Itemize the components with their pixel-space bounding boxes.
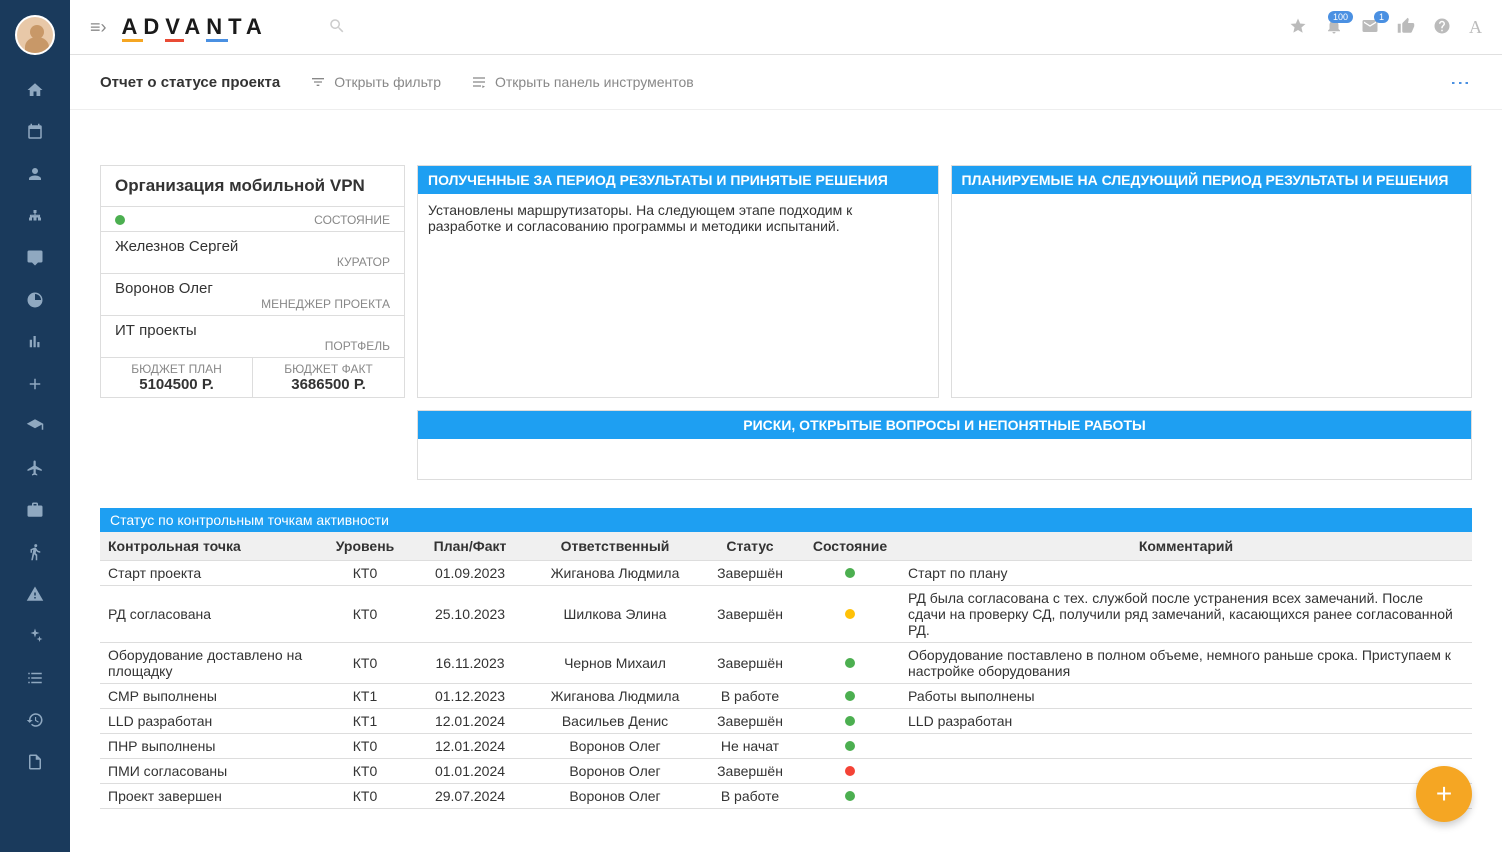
add-fab-button[interactable]: + bbox=[1416, 766, 1472, 822]
sidebar: ⌄ bbox=[0, 0, 70, 852]
column-header: Ответственный bbox=[530, 532, 700, 561]
column-header: Комментарий bbox=[900, 532, 1472, 561]
walk-icon[interactable] bbox=[25, 542, 45, 562]
table-row[interactable]: ПМИ согласованыКТ001.01.2024Воронов Олег… bbox=[100, 759, 1472, 784]
milestones-section: Статус по контрольным точкам активности … bbox=[100, 508, 1472, 809]
briefcase-icon[interactable] bbox=[25, 500, 45, 520]
hierarchy-icon[interactable] bbox=[25, 206, 45, 226]
state-dot bbox=[845, 658, 855, 668]
graduation-icon[interactable] bbox=[25, 416, 45, 436]
search-icon[interactable] bbox=[328, 17, 346, 38]
results-panel: ПОЛУЧЕННЫЕ ЗА ПЕРИОД РЕЗУЛЬТАТЫ И ПРИНЯТ… bbox=[417, 165, 939, 398]
column-header: План/Факт bbox=[410, 532, 530, 561]
table-row[interactable]: РД согласованаКТ025.10.2023Шилкова Элина… bbox=[100, 586, 1472, 643]
project-info-card: Организация мобильной VPN СОСТОЯНИЕ Желе… bbox=[100, 165, 405, 398]
project-name: Организация мобильной VPN bbox=[101, 166, 404, 207]
sparkle-icon[interactable] bbox=[25, 626, 45, 646]
state-dot bbox=[845, 716, 855, 726]
column-header: Контрольная точка bbox=[100, 532, 320, 561]
state-dot bbox=[845, 791, 855, 801]
page-title: Отчет о статусе проекта bbox=[100, 74, 280, 91]
table-row[interactable]: СМР выполненыКТ101.12.2023Жиганова Людми… bbox=[100, 684, 1472, 709]
milestones-table: Контрольная точкаУровеньПлан/ФактОтветст… bbox=[100, 532, 1472, 809]
plus-icon[interactable] bbox=[25, 374, 45, 394]
bell-icon[interactable]: 100 bbox=[1325, 17, 1343, 38]
state-dot bbox=[845, 568, 855, 578]
font-icon[interactable]: A bbox=[1469, 17, 1482, 38]
column-header: Уровень bbox=[320, 532, 410, 561]
status-dot bbox=[115, 215, 125, 225]
logo[interactable]: ADVANTA bbox=[122, 14, 268, 40]
table-row[interactable]: ПНР выполненыКТ012.01.2024Воронов ОлегНе… bbox=[100, 734, 1472, 759]
table-row[interactable]: Оборудование доставлено на площадкуКТ016… bbox=[100, 643, 1472, 684]
user-avatar[interactable]: ⌄ bbox=[15, 15, 55, 58]
column-header: Состояние bbox=[800, 532, 900, 561]
topbar: ≡› ADVANTA 100 1 A bbox=[70, 0, 1502, 55]
table-row[interactable]: Проект завершенКТ029.07.2024Воронов Олег… bbox=[100, 784, 1472, 809]
state-dot bbox=[845, 691, 855, 701]
warning-icon[interactable] bbox=[25, 584, 45, 604]
plane-icon[interactable] bbox=[25, 458, 45, 478]
main-content: ≡› ADVANTA 100 1 A Отчет о статусе проек… bbox=[70, 0, 1502, 852]
planned-panel: ПЛАНИРУЕМЫЕ НА СЛЕДУЮЩИЙ ПЕРИОД РЕЗУЛЬТА… bbox=[951, 165, 1473, 398]
bar-chart-icon[interactable] bbox=[25, 332, 45, 352]
history-icon[interactable] bbox=[25, 710, 45, 730]
open-tools-button[interactable]: Открыть панель инструментов bbox=[471, 74, 694, 90]
document-icon[interactable] bbox=[25, 752, 45, 772]
checklist-icon[interactable] bbox=[25, 668, 45, 688]
help-icon[interactable] bbox=[1433, 17, 1451, 38]
open-filter-button[interactable]: Открыть фильтр bbox=[310, 74, 441, 90]
state-dot bbox=[845, 741, 855, 751]
home-icon[interactable] bbox=[25, 80, 45, 100]
star-icon[interactable] bbox=[1289, 17, 1307, 38]
more-icon[interactable]: ⋮ bbox=[1448, 73, 1472, 91]
state-dot bbox=[845, 766, 855, 776]
risks-panel: РИСКИ, ОТКРЫТЫЕ ВОПРОСЫ И НЕПОНЯТНЫЕ РАБ… bbox=[417, 410, 1472, 480]
report-content: Организация мобильной VPN СОСТОЯНИЕ Желе… bbox=[70, 110, 1502, 852]
column-header: Статус bbox=[700, 532, 800, 561]
calendar-icon[interactable] bbox=[25, 122, 45, 142]
table-row[interactable]: Старт проектаКТ001.09.2023Жиганова Людми… bbox=[100, 561, 1472, 586]
table-row[interactable]: LLD разработанКТ112.01.2024Васильев Дени… bbox=[100, 709, 1472, 734]
chat-icon[interactable] bbox=[25, 248, 45, 268]
thumbs-up-icon[interactable] bbox=[1397, 17, 1415, 38]
state-dot bbox=[845, 609, 855, 619]
toolbar: Отчет о статусе проекта Открыть фильтр О… bbox=[70, 55, 1502, 110]
pie-chart-icon[interactable] bbox=[25, 290, 45, 310]
mail-icon[interactable]: 1 bbox=[1361, 17, 1379, 38]
menu-toggle-icon[interactable]: ≡› bbox=[90, 17, 107, 38]
user-icon[interactable] bbox=[25, 164, 45, 184]
